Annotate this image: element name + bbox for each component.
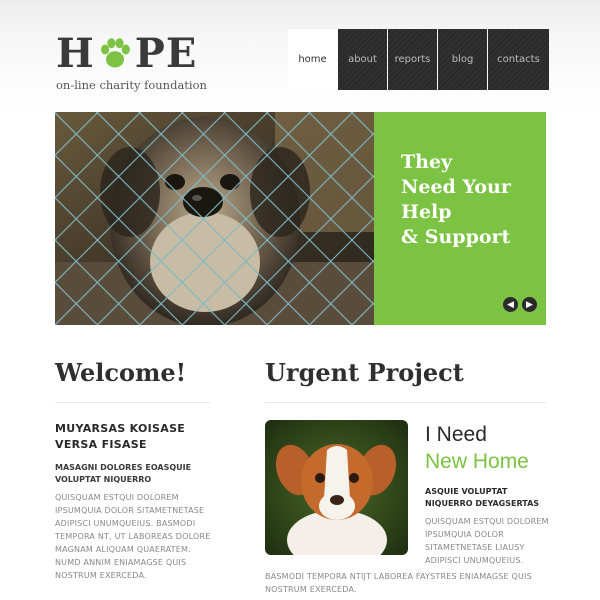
- slider-next-button[interactable]: ▶: [522, 297, 537, 312]
- welcome-lead-text: MASAGNI DOLORES EOASQUIE VOLUPTAT NIQUER…: [55, 463, 192, 484]
- nav-item-about[interactable]: about: [338, 29, 387, 90]
- welcome-heading: Welcome!: [55, 358, 187, 387]
- welcome-body-text: QUISQUAM ESTQUI DOLOREM IPSUMQUIA DOLOR …: [55, 493, 211, 580]
- hero-dog-photo: [55, 112, 374, 325]
- nav-item-contacts[interactable]: contacts: [488, 29, 549, 90]
- welcome-subtitle: MUYARSAS KOISASE VERSA FISASE: [55, 422, 186, 451]
- hero-line-4: & Support: [401, 226, 511, 248]
- main-nav: home about reports blog contacts: [288, 29, 549, 90]
- nav-item-reports[interactable]: reports: [388, 29, 437, 90]
- urgent-divider: [265, 402, 546, 403]
- hero-headline: They Need Your Help & Support: [401, 150, 511, 250]
- urgent-heading-line-2: New Home: [425, 450, 529, 473]
- welcome-divider: [55, 402, 210, 403]
- logo-letter-h: H: [56, 30, 95, 77]
- slider-prev-button[interactable]: ◀: [503, 297, 518, 312]
- site-tagline: on-line charity foundation: [56, 78, 207, 92]
- urgent-body-bottom-text: BASMODI TEMPORA NTIJT LABOREA FAYSTRES E…: [265, 572, 532, 594]
- urgent-heading-line-1: I Need: [425, 423, 487, 446]
- logo-letters-pe: PE: [134, 30, 198, 77]
- paw-icon: [100, 38, 130, 68]
- urgent-body-text: QUISQUAM ESTQUI DOLOREM IPSUMQUIA DOLOR …: [425, 517, 549, 565]
- hero-slider: They Need Your Help & Support ◀ ▶: [55, 112, 546, 325]
- nav-item-home[interactable]: home: [288, 29, 337, 90]
- urgent-lead-text: ASQUIE VOLUPTAT NIQUERRO DEYAGSERTAS: [425, 487, 540, 508]
- nav-item-blog[interactable]: blog: [438, 29, 487, 90]
- hero-line-2: Need Your: [401, 176, 511, 198]
- urgent-project-heading: Urgent Project: [265, 358, 464, 387]
- hero-line-3: Help: [401, 201, 452, 223]
- puppy-photo[interactable]: [265, 420, 408, 555]
- arrow-right-icon: ▶: [526, 299, 533, 310]
- hero-message-panel: They Need Your Help & Support ◀ ▶: [374, 112, 546, 325]
- arrow-left-icon: ◀: [507, 299, 514, 310]
- site-logo[interactable]: H PE: [56, 34, 197, 74]
- hero-line-1: They: [401, 151, 453, 173]
